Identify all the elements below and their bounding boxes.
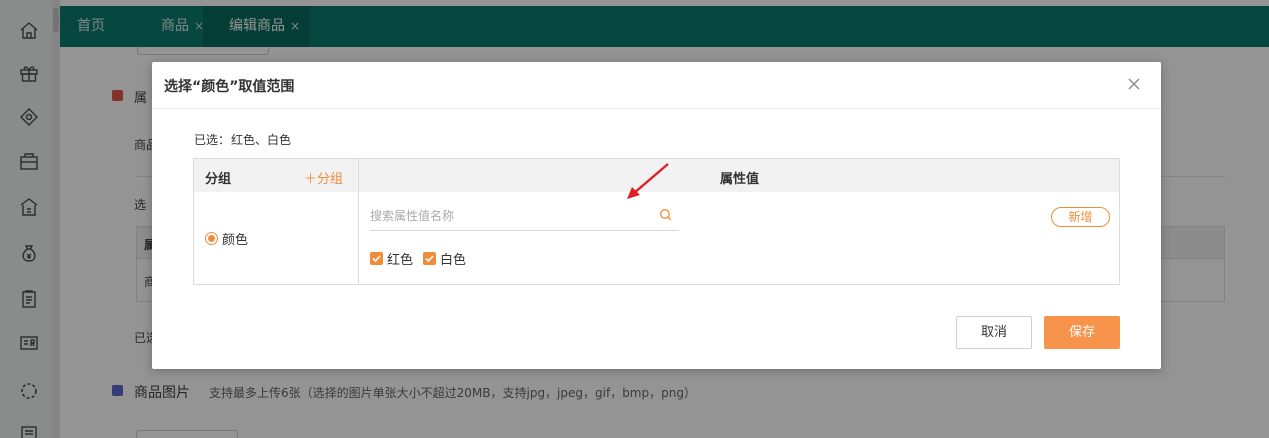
checkbox-checked-icon[interactable] [370,252,383,265]
search-field [370,204,679,231]
save-button[interactable]: 保存 [1044,316,1120,349]
column-divider [358,159,359,284]
radio-selected-icon[interactable] [205,232,218,245]
checkbox-checked-icon[interactable] [423,252,437,265]
option-white[interactable]: 白色 [423,249,466,268]
add-value-button[interactable]: 新增 [1051,207,1110,227]
option-label: 红色 [387,253,414,268]
group-option-label: 颜色 [222,233,249,248]
attr-value-column-header: 属性值 [720,172,760,187]
dialog-header: 选择“颜色”取值范围 [152,62,1161,109]
value-options: 红色 白色 [370,249,476,268]
selected-values: 红色、白色 [231,133,292,147]
search-input[interactable] [370,204,650,228]
close-icon[interactable] [1125,75,1143,93]
cancel-button[interactable]: 取消 [956,316,1032,349]
add-group-button[interactable]: ＋分组 [304,168,343,187]
selected-label: 已选： [194,133,231,147]
option-label: 白色 [440,253,467,268]
group-column-header: 分组 [205,172,232,187]
search-icon[interactable] [659,208,673,222]
group-option-color[interactable]: 颜色 [205,229,248,248]
option-red[interactable]: 红色 [370,249,413,268]
annotation-arrow-icon [627,163,669,199]
select-color-dialog: 选择“颜色”取值范围 已选：红色、白色 分组 ＋分组 属性值 颜色 新增 [152,62,1161,369]
selected-summary: 已选：红色、白色 [193,131,291,148]
dialog-title: 选择“颜色”取值范围 [164,79,295,95]
